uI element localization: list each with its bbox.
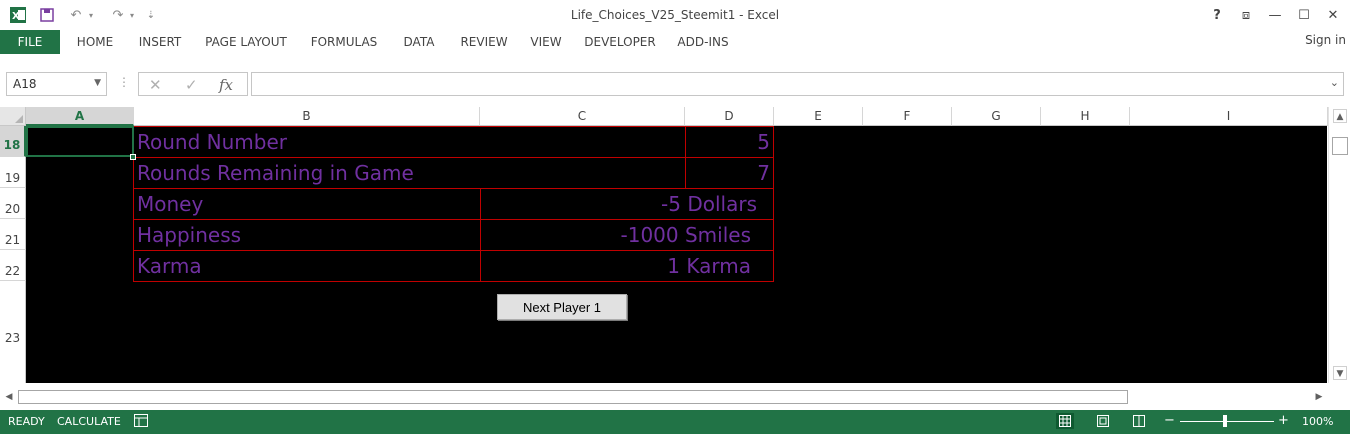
row-header-21[interactable]: 21: [0, 219, 26, 250]
enter-icon[interactable]: ✓: [185, 76, 198, 94]
scroll-right-icon[interactable]: ▶: [1312, 390, 1326, 404]
tab-review[interactable]: REVIEW: [454, 30, 514, 54]
name-box-dropdown-icon[interactable]: ▼: [94, 78, 101, 88]
sign-in-link[interactable]: Sign in: [1305, 33, 1346, 47]
tab-add-ins[interactable]: ADD-INS: [670, 30, 736, 54]
zoom-slider-knob[interactable]: [1223, 415, 1227, 427]
tab-home[interactable]: HOME: [66, 30, 124, 54]
name-box[interactable]: A18 ▼: [6, 72, 107, 96]
help-icon[interactable]: ?: [1206, 5, 1228, 25]
tab-page-layout[interactable]: PAGE LAYOUT: [198, 30, 294, 54]
status-ready: READY: [8, 415, 45, 428]
page-break-preview-icon[interactable]: [1130, 413, 1148, 429]
row-header-23[interactable]: 23: [0, 281, 26, 383]
cancel-icon[interactable]: ✕: [149, 76, 162, 94]
scroll-up-icon[interactable]: ▲: [1333, 109, 1347, 123]
page-layout-view-icon[interactable]: [1094, 413, 1112, 429]
row-header-20[interactable]: 20: [0, 188, 26, 219]
select-all-corner[interactable]: [0, 107, 26, 126]
money-label[interactable]: Money: [133, 188, 481, 220]
insert-function-icon[interactable]: fx: [219, 76, 233, 94]
column-header-i[interactable]: I: [1130, 107, 1328, 126]
zoom-level[interactable]: 100%: [1302, 415, 1333, 428]
zoom-in-icon[interactable]: +: [1278, 413, 1289, 428]
macro-record-icon[interactable]: [134, 414, 148, 430]
ribbon-display-options-icon[interactable]: ⧈: [1235, 5, 1257, 25]
column-header-a[interactable]: A: [26, 107, 134, 126]
expand-formula-bar-icon[interactable]: ⌄: [1330, 76, 1339, 89]
formula-input[interactable]: ⌄: [251, 72, 1344, 96]
tab-formulas[interactable]: FORMULAS: [304, 30, 384, 54]
round-number-label[interactable]: Round Number: [133, 126, 686, 158]
window-title: Life_Choices_V25_Steemit1 - Excel: [570, 8, 780, 22]
rounds-remaining-value[interactable]: 7: [685, 157, 774, 189]
karma-label[interactable]: Karma: [133, 250, 481, 282]
rounds-remaining-label[interactable]: Rounds Remaining in Game: [133, 157, 686, 189]
vertical-scroll-thumb[interactable]: [1332, 137, 1348, 155]
name-box-value: A18: [13, 77, 37, 91]
tab-data[interactable]: DATA: [394, 30, 444, 54]
column-header-d[interactable]: D: [685, 107, 774, 126]
scroll-down-icon[interactable]: ▼: [1333, 366, 1347, 380]
horizontal-scrollbar[interactable]: ◀ ▶: [0, 388, 1350, 406]
maximize-icon[interactable]: ☐: [1293, 5, 1315, 25]
status-bar: READY CALCULATE − + 100%: [0, 410, 1350, 434]
ribbon-tabs: FILE HOME INSERT PAGE LAYOUT FORMULAS DA…: [0, 30, 1350, 58]
formula-bar: A18 ▼ ⋮ ✕ ✓ fx ⌄: [0, 66, 1350, 104]
tab-view[interactable]: VIEW: [522, 30, 570, 54]
column-header-e[interactable]: E: [774, 107, 863, 126]
next-player-button[interactable]: Next Player 1: [497, 294, 627, 320]
normal-view-icon[interactable]: [1056, 413, 1074, 429]
row-header-18[interactable]: 18: [0, 126, 26, 157]
excel-window: X ↶ ▾ ↷ ▾ ⇣ Life_Choices_V25_Steemit1 - …: [0, 0, 1350, 434]
status-calculate: CALCULATE: [57, 415, 121, 428]
minimize-icon[interactable]: —: [1264, 5, 1286, 25]
karma-value[interactable]: 1 Karma: [480, 250, 774, 282]
tab-insert[interactable]: INSERT: [130, 30, 190, 54]
column-header-b[interactable]: B: [134, 107, 480, 126]
happiness-label[interactable]: Happiness: [133, 219, 481, 251]
active-cell-a18[interactable]: [26, 126, 134, 157]
tab-file[interactable]: FILE: [0, 30, 60, 54]
money-value[interactable]: -5 Dollars: [480, 188, 774, 220]
column-header-f[interactable]: F: [863, 107, 952, 126]
column-header-h[interactable]: H: [1041, 107, 1130, 126]
vertical-scrollbar[interactable]: ▲ ▼: [1328, 107, 1350, 383]
row-header-19[interactable]: 19: [0, 157, 26, 188]
select-all-triangle-icon: [15, 115, 23, 123]
happiness-value[interactable]: -1000 Smiles: [480, 219, 774, 251]
fill-handle[interactable]: [130, 154, 136, 160]
row-header-22[interactable]: 22: [0, 250, 26, 281]
horizontal-scroll-thumb[interactable]: [18, 390, 1128, 404]
column-header-g[interactable]: G: [952, 107, 1041, 126]
zoom-out-icon[interactable]: −: [1164, 413, 1175, 428]
close-icon[interactable]: ✕: [1322, 5, 1344, 25]
round-number-value[interactable]: 5: [685, 126, 774, 158]
title-bar: X ↶ ▾ ↷ ▾ ⇣ Life_Choices_V25_Steemit1 - …: [0, 0, 1350, 30]
formula-tools: ✕ ✓ fx: [138, 72, 248, 96]
formula-bar-grip-icon[interactable]: ⋮: [118, 75, 130, 89]
column-header-c[interactable]: C: [480, 107, 685, 126]
scroll-left-icon[interactable]: ◀: [2, 390, 16, 404]
zoom-slider[interactable]: [1180, 421, 1274, 422]
tab-developer[interactable]: DEVELOPER: [580, 30, 660, 54]
